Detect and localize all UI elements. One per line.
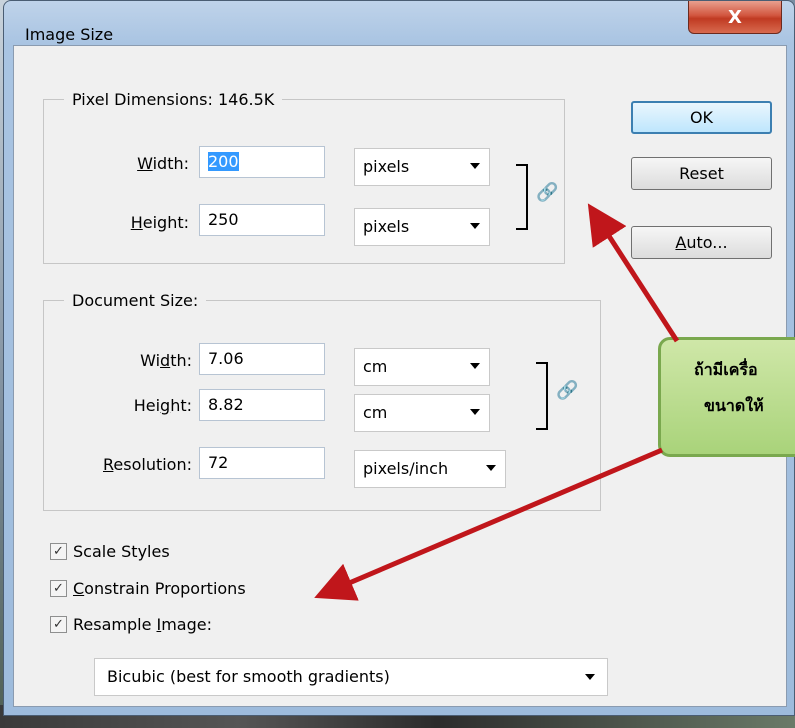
document-height-unit-select[interactable]: cm: [354, 394, 490, 432]
constrain-proportions-checkbox[interactable]: ✓ Constrain Proportions: [50, 579, 246, 598]
document-link-bracket: [536, 362, 548, 430]
pixel-width-label: Width:: [137, 154, 189, 173]
pixel-width-unit-select[interactable]: pixels: [354, 148, 490, 186]
callout-line-1: ถ้ามีเครื่อ: [694, 360, 758, 379]
dropdown-arrow-icon: [486, 465, 496, 471]
checkmark-icon: ✓: [50, 580, 67, 597]
resolution-label: Resolution:: [103, 455, 192, 474]
document-width-input[interactable]: 7.06: [199, 343, 325, 375]
pixel-link-bracket: [516, 164, 528, 230]
chain-link-icon: 🔗: [536, 182, 559, 203]
document-height-input[interactable]: 8.82: [199, 389, 325, 421]
callout-line-2: ขนาดให้: [704, 396, 764, 415]
pixel-dimensions-legend: Pixel Dimensions: 146.5K: [72, 90, 275, 109]
chain-link-icon: 🔗: [556, 380, 579, 401]
dropdown-arrow-icon: [470, 409, 480, 415]
constrain-proportions-label: Constrain Proportions: [73, 579, 246, 598]
pixel-width-input[interactable]: 200: [199, 146, 325, 178]
title-bar: Image Size X: [4, 1, 794, 45]
scale-styles-checkbox[interactable]: ✓ Scale Styles: [50, 542, 170, 561]
annotation-callout: ถ้ามีเครื่อ ขนาดให้: [658, 337, 795, 457]
resolution-input[interactable]: 72: [199, 447, 325, 479]
resample-image-label: Resample Image:: [73, 615, 212, 634]
dropdown-arrow-icon: [470, 363, 480, 369]
dropdown-arrow-icon: [470, 163, 480, 169]
document-width-unit-select[interactable]: cm: [354, 348, 490, 386]
dropdown-arrow-icon: [470, 223, 480, 229]
checkmark-icon: ✓: [50, 616, 67, 633]
close-icon: X: [728, 6, 742, 28]
resample-image-checkbox[interactable]: ✓ Resample Image:: [50, 615, 212, 634]
document-size-legend: Document Size:: [72, 291, 199, 310]
dropdown-arrow-icon: [585, 674, 595, 680]
document-width-label: Width:: [140, 351, 192, 370]
dialog-title: Image Size: [25, 25, 114, 44]
auto-button[interactable]: Auto...: [631, 226, 772, 259]
resample-method-select[interactable]: Bicubic (best for smooth gradients): [94, 658, 608, 696]
checkmark-icon: ✓: [50, 543, 67, 560]
close-button[interactable]: X: [688, 1, 782, 34]
pixel-height-input[interactable]: 250: [199, 204, 325, 236]
reset-button[interactable]: Reset: [631, 157, 772, 190]
ok-button[interactable]: OK: [631, 101, 772, 134]
resolution-unit-select[interactable]: pixels/inch: [354, 450, 506, 488]
pixel-height-unit-select[interactable]: pixels: [354, 208, 490, 246]
pixel-height-label: Height:: [130, 213, 189, 232]
scale-styles-label: Scale Styles: [73, 542, 170, 561]
document-height-label: Height:: [133, 396, 192, 415]
